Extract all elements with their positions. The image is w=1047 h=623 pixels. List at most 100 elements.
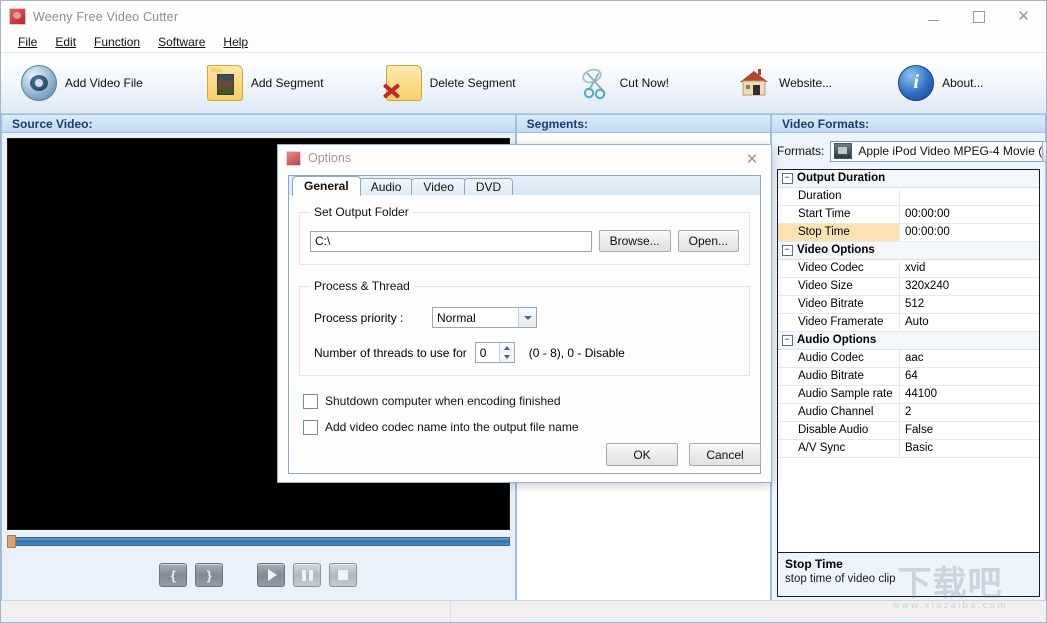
add-video-file-label: Add Video File (65, 76, 143, 90)
property-value[interactable]: 512 (900, 296, 1039, 313)
browse-button[interactable]: Browse... (598, 230, 671, 252)
property-grid-row[interactable]: Video Codec xvid (778, 260, 1039, 278)
property-value[interactable]: 64 (900, 368, 1039, 385)
playback-controls: { } (7, 563, 510, 587)
shutdown-checkbox-row[interactable]: Shutdown computer when encoding finished (303, 390, 750, 412)
about-button[interactable]: i About... (888, 58, 993, 108)
stepper-up-button[interactable] (499, 343, 514, 353)
property-name: Duration (778, 188, 900, 205)
pause-button[interactable] (293, 563, 322, 587)
property-grid-row[interactable]: Video Framerate Auto (778, 314, 1039, 332)
cut-now-button[interactable]: Cut Now! (568, 58, 679, 108)
maximize-button[interactable] (956, 1, 1001, 32)
property-grid-row[interactable]: Disable Audio False (778, 422, 1039, 440)
mark-out-button[interactable]: } (195, 563, 224, 587)
menu-bar: File Edit Function Software Help (1, 32, 1046, 52)
open-button[interactable]: Open... (677, 230, 739, 252)
process-priority-value: Normal (437, 310, 476, 325)
property-name: A/V Sync (778, 440, 900, 457)
format-dropdown[interactable]: Apple iPod Video MPEG-4 Movie ( (830, 140, 1046, 162)
property-value[interactable] (900, 188, 1039, 205)
add-video-file-button[interactable]: Add Video File (11, 58, 153, 108)
property-grid-row[interactable]: Audio Codec aac (778, 350, 1039, 368)
menu-item-edit[interactable]: Edit (46, 33, 85, 51)
output-folder-legend: Set Output Folder (314, 205, 409, 219)
output-folder-input[interactable] (310, 230, 592, 252)
dialog-app-icon (286, 150, 301, 166)
menu-item-function[interactable]: Function (85, 33, 149, 51)
mark-in-label: { (170, 567, 176, 583)
property-grid-rows[interactable]: − Output Duration Duration Start Time 00:00:… (778, 170, 1039, 552)
property-grid-category[interactable]: − Video Options (778, 242, 1039, 260)
property-grid-row[interactable]: Stop Time 00:00:00 (778, 224, 1039, 242)
dialog-close-button[interactable]: ✕ (737, 148, 767, 170)
property-grid-row[interactable]: A/V Sync Basic (778, 440, 1039, 458)
property-grid-row[interactable]: Duration (778, 188, 1039, 206)
property-name: Audio Codec (778, 350, 900, 367)
property-value[interactable]: 00:00:00 (900, 224, 1039, 241)
property-grid-row[interactable]: Video Size 320x240 (778, 278, 1039, 296)
house-svg (739, 69, 768, 96)
add-segment-button[interactable]: Add Segment (197, 58, 334, 108)
property-value[interactable]: 320x240 (900, 278, 1039, 295)
codec-name-checkbox-row[interactable]: Add video codec name into the output fil… (303, 416, 750, 438)
chevron-down-icon[interactable] (518, 308, 536, 327)
mark-out-label: } (206, 567, 212, 583)
property-grid-row[interactable]: Audio Sample rate 44100 (778, 386, 1039, 404)
title-bar: Weeny Free Video Cutter ✕ (1, 1, 1046, 32)
property-grid-category[interactable]: − Output Duration (778, 170, 1039, 188)
stop-button[interactable] (329, 563, 358, 587)
property-value[interactable]: aac (900, 350, 1039, 367)
tab-video-label: Video (423, 180, 454, 194)
website-button[interactable]: Website... (727, 58, 842, 108)
tab-video[interactable]: Video (411, 178, 466, 196)
formats-selector-row: Formats: Apple iPod Video MPEG-4 Movie ( (777, 139, 1046, 163)
delete-segment-button[interactable]: Delete Segment (376, 58, 526, 108)
chevron-down-icon[interactable] (1042, 140, 1046, 162)
seek-bar[interactable] (7, 534, 510, 548)
options-dialog: Options ✕ General Audio Video DVD Set Ou… (277, 144, 772, 483)
property-value[interactable]: 2 (900, 404, 1039, 421)
property-value[interactable]: 00:00:00 (900, 206, 1039, 223)
property-grid-row[interactable]: Video Bitrate 512 (778, 296, 1039, 314)
scissors-icon (578, 66, 612, 100)
property-value[interactable]: 44100 (900, 386, 1039, 403)
seek-thumb[interactable] (7, 535, 16, 548)
menu-item-software[interactable]: Software (149, 33, 214, 51)
collapse-expander-icon[interactable]: − (778, 242, 796, 259)
tab-audio[interactable]: Audio (358, 178, 414, 196)
cancel-button[interactable]: Cancel (689, 443, 761, 466)
property-value[interactable]: False (900, 422, 1039, 439)
process-priority-label: Process priority : (314, 310, 404, 325)
tab-dvd[interactable]: DVD (463, 178, 514, 196)
info-icon: i (898, 65, 935, 101)
tab-general[interactable]: General (292, 176, 361, 196)
delete-segment-label: Delete Segment (429, 76, 516, 90)
play-button[interactable] (257, 563, 286, 587)
property-name: Video Codec (778, 260, 900, 277)
threads-value[interactable]: 0 (476, 346, 499, 360)
property-grid-row[interactable]: Audio Bitrate 64 (778, 368, 1039, 386)
property-grid-row[interactable]: Start Time 00:00:00 (778, 206, 1039, 224)
property-grid-row[interactable]: Audio Channel 2 (778, 404, 1039, 422)
property-value[interactable]: xvid (900, 260, 1039, 277)
close-icon: ✕ (745, 151, 759, 168)
collapse-expander-icon[interactable]: − (778, 332, 796, 349)
minimize-button[interactable] (911, 1, 956, 32)
property-value[interactable]: Basic (900, 440, 1039, 457)
ok-button[interactable]: OK (606, 443, 678, 466)
property-grid-category[interactable]: − Audio Options (778, 332, 1039, 350)
menu-item-file[interactable]: File (9, 33, 46, 51)
codec-name-checkbox[interactable] (303, 419, 318, 435)
tab-dvd-label: DVD (475, 180, 502, 194)
shutdown-checkbox[interactable] (303, 393, 318, 409)
stepper-down-button[interactable] (499, 352, 514, 362)
collapse-expander-icon[interactable]: − (778, 170, 796, 187)
property-value[interactable]: Auto (900, 314, 1039, 331)
mark-in-button[interactable]: { (159, 563, 188, 587)
property-grid-category-label: Output Duration (797, 172, 886, 184)
menu-item-help[interactable]: Help (214, 33, 257, 51)
close-button[interactable]: ✕ (1001, 1, 1046, 32)
process-priority-dropdown[interactable]: Normal (432, 307, 537, 328)
threads-stepper[interactable]: 0 (474, 342, 515, 363)
